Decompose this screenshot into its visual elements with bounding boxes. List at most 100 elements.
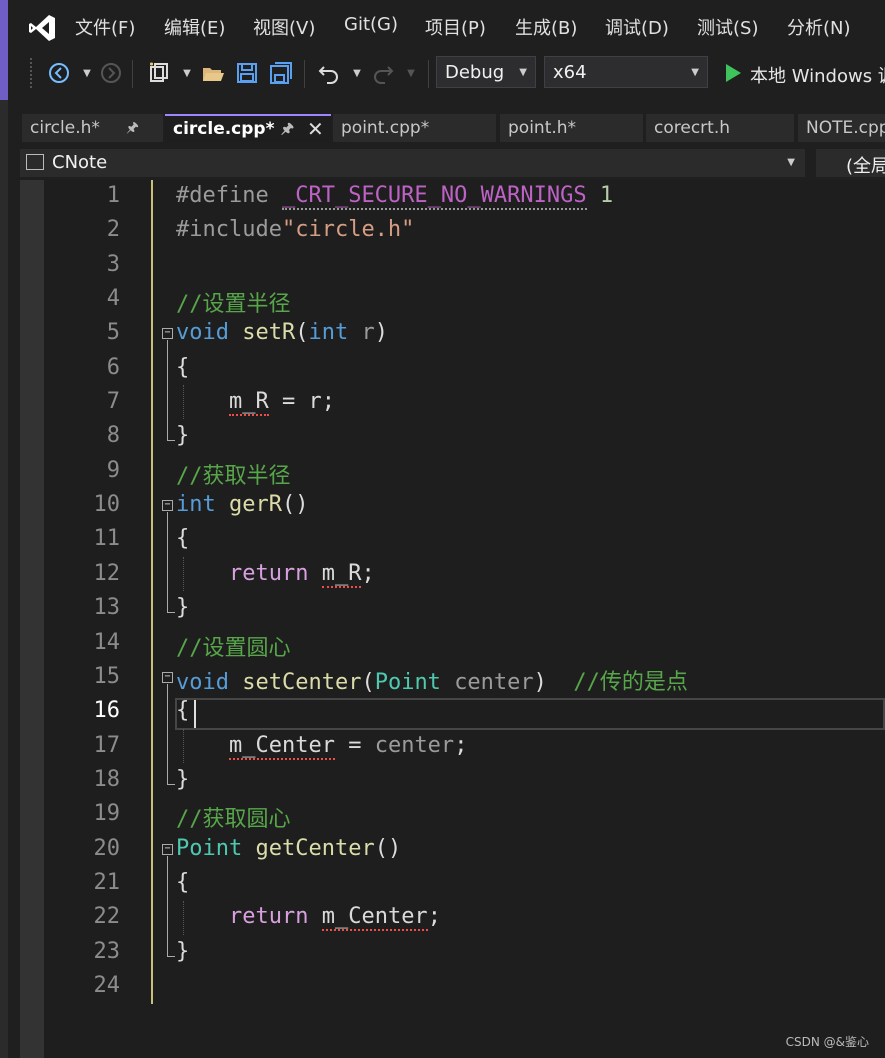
- window-accent: [0, 0, 8, 100]
- platform-dropdown[interactable]: x64 ▼: [544, 56, 708, 88]
- code-line-1: #define _CRT_SECURE_NO_WARNINGS 1: [176, 183, 614, 210]
- navigate-back-icon[interactable]: [46, 60, 72, 86]
- line-number: 12: [93, 561, 121, 586]
- token: getCenter: [255, 836, 375, 861]
- undo-dropdown-icon[interactable]: ▼: [344, 60, 370, 86]
- code-line-8: }: [176, 423, 189, 448]
- configuration-dropdown[interactable]: Debug ▼: [436, 56, 536, 88]
- menu-debug[interactable]: 调试(D): [605, 14, 669, 40]
- tab-label: circle.cpp*: [173, 119, 275, 139]
- tab-label: corecrt.h: [654, 118, 731, 138]
- new-project-icon[interactable]: [146, 60, 172, 86]
- line-number: 15: [93, 664, 121, 689]
- token: =: [334, 733, 375, 758]
- menu-edit[interactable]: 编辑(E): [164, 14, 225, 40]
- tab-point-cpp[interactable]: point.cpp*: [333, 114, 496, 142]
- line-number: 21: [93, 870, 121, 895]
- code-line-9: //获取半径: [176, 458, 291, 490]
- token: #define: [176, 183, 269, 208]
- token: ): [533, 670, 547, 695]
- navigate-forward-icon[interactable]: [98, 60, 124, 86]
- toolbar-separator: [132, 60, 133, 88]
- tab-point-h[interactable]: point.h*: [500, 114, 643, 142]
- token: void: [176, 670, 229, 695]
- fold-guide: [167, 340, 168, 440]
- line-number: 8: [106, 423, 120, 448]
- scope-dropdown[interactable]: (全局: [816, 149, 885, 177]
- code-line-17: m_Center = center;: [176, 733, 467, 760]
- menu-test[interactable]: 测试(S): [697, 14, 758, 40]
- comment: //获取半径: [176, 464, 291, 489]
- token: (): [374, 836, 402, 861]
- save-icon[interactable]: [234, 60, 260, 86]
- tab-label: point.cpp*: [341, 118, 430, 138]
- token: (: [361, 670, 375, 695]
- token: {: [176, 698, 190, 723]
- menu-project[interactable]: 项目(P): [425, 14, 486, 40]
- code-line-5: void setR(int r): [176, 320, 388, 345]
- token: ;: [427, 904, 441, 929]
- token: {: [176, 870, 190, 895]
- collapse-icon[interactable]: −: [162, 328, 173, 339]
- chevron-down-icon: ▼: [787, 157, 795, 168]
- undo-icon[interactable]: [316, 60, 342, 86]
- code-line-14: //设置圆心: [176, 630, 291, 662]
- token: = r;: [268, 389, 335, 414]
- line-number: 5: [106, 320, 120, 345]
- menu-build[interactable]: 生成(B): [515, 14, 577, 40]
- tab-note-cpp[interactable]: NOTE.cpp: [798, 114, 885, 142]
- redo-dropdown-icon[interactable]: ▼: [398, 60, 424, 86]
- code-line-21: {: [176, 870, 189, 895]
- code-line-18: }: [176, 767, 189, 792]
- token: return: [228, 904, 309, 929]
- navigation-bar: CNote ▼ (全局: [8, 146, 885, 180]
- change-tracking-bar: [151, 180, 153, 1004]
- run-target-label[interactable]: 本地 Windows 调: [750, 62, 885, 88]
- toolbar-grip[interactable]: [30, 58, 36, 88]
- back-dropdown-icon[interactable]: ▼: [74, 60, 100, 86]
- collapse-icon[interactable]: −: [162, 672, 173, 683]
- token: r: [361, 320, 375, 345]
- line-number: 20: [93, 836, 121, 861]
- tab-label: point.h*: [508, 118, 577, 138]
- token: m_Center: [228, 733, 335, 760]
- token: {: [176, 355, 190, 380]
- token: 1: [599, 183, 614, 208]
- chevron-down-icon: ▼: [691, 67, 699, 78]
- project-name: CNote: [52, 152, 108, 173]
- code-line-15: void setCenter(Point center) //传的是点: [176, 664, 688, 696]
- open-folder-icon[interactable]: [200, 60, 226, 86]
- pin-icon[interactable]: 🖈: [281, 116, 294, 142]
- menu-analyze[interactable]: 分析(N): [787, 14, 851, 40]
- save-all-icon[interactable]: [268, 60, 294, 86]
- line-number: 18: [93, 767, 121, 792]
- chevron-down-icon: ▼: [519, 67, 527, 78]
- line-number: 10: [93, 492, 121, 517]
- menu-view[interactable]: 视图(V): [253, 14, 315, 40]
- tab-circle-h[interactable]: circle.h* 🖈: [22, 114, 163, 142]
- tab-circle-cpp[interactable]: circle.cpp* 🖈 ✕: [165, 114, 331, 142]
- token: setR: [242, 320, 296, 345]
- project-dropdown[interactable]: CNote ▼: [20, 149, 805, 177]
- code-editor[interactable]: 1 2 3 4 5 6 7 8 9 10 11 12 13 14 15 16 1…: [20, 180, 885, 1058]
- visual-studio-logo-icon[interactable]: [26, 12, 58, 44]
- redo-icon[interactable]: [370, 60, 396, 86]
- new-dropdown-icon[interactable]: ▼: [174, 60, 200, 86]
- token: ;: [361, 561, 375, 586]
- configuration-value: Debug: [445, 62, 505, 83]
- menu-git[interactable]: Git(G): [344, 14, 398, 35]
- start-debugging-icon[interactable]: [720, 60, 746, 86]
- token: ): [374, 320, 388, 345]
- collapse-icon[interactable]: −: [162, 500, 173, 511]
- code-line-6: {: [176, 355, 189, 380]
- token: }: [176, 767, 190, 792]
- line-number: 3: [106, 252, 120, 277]
- tab-label: NOTE.cpp: [806, 118, 885, 138]
- tab-corecrt-h[interactable]: corecrt.h: [646, 114, 794, 142]
- token: m_R: [228, 389, 269, 416]
- token: }: [176, 423, 190, 448]
- pin-icon[interactable]: 🖈: [126, 114, 139, 142]
- collapse-icon[interactable]: −: [162, 844, 173, 855]
- close-icon[interactable]: ✕: [307, 116, 324, 142]
- menu-file[interactable]: 文件(F): [75, 14, 135, 40]
